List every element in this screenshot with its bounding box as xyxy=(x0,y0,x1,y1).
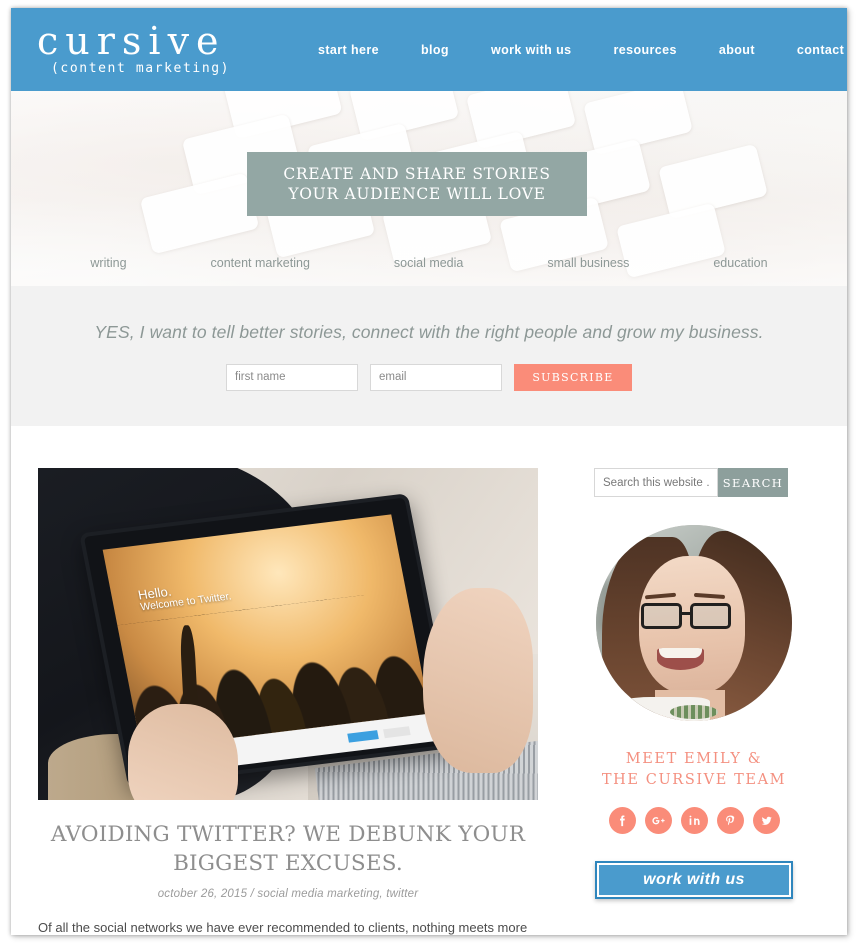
avatar-mouth xyxy=(656,648,704,671)
social-links xyxy=(594,807,794,834)
facebook-icon[interactable] xyxy=(608,807,636,834)
post-image-right-hand xyxy=(423,587,533,774)
subscribe-section: YES, I want to tell better stories, conn… xyxy=(11,286,847,426)
hero-category-small-business[interactable]: small business xyxy=(505,256,671,270)
brand-name: cursive xyxy=(37,19,226,63)
avatar-glasses-bridge xyxy=(682,612,693,616)
hero-banner: CREATE AND SHARE STORIES YOUR AUDIENCE W… xyxy=(247,152,587,216)
avatar-necklace xyxy=(670,705,718,720)
main-navigation: start here blog work with us resources a… xyxy=(297,8,847,91)
work-with-us-button[interactable]: work with us xyxy=(595,861,793,899)
meet-team-line-2: THE CURSIVE TEAM xyxy=(601,772,787,788)
post-meta: october 26, 2015 / social media marketin… xyxy=(157,888,419,900)
search-button[interactable]: SEARCH xyxy=(718,468,788,497)
linkedin-icon[interactable] xyxy=(680,807,708,834)
meet-team-heading: MEET EMILY & THE CURSIVE TEAM xyxy=(594,749,794,791)
first-name-input[interactable] xyxy=(226,363,358,391)
hero-category-writing[interactable]: writing xyxy=(48,256,168,270)
subscribe-button[interactable]: SUBSCRIBE xyxy=(514,363,632,391)
hero-banner-line-2: YOUR AUDIENCE WILL LOVE xyxy=(288,185,546,203)
hero-category-education[interactable]: education xyxy=(671,256,809,270)
pinterest-icon[interactable] xyxy=(716,807,744,834)
hero-category-content-marketing[interactable]: content marketing xyxy=(169,256,352,270)
sidebar: SEARCH MEET EMIL xyxy=(594,468,794,935)
nav-item-work-with-us[interactable]: work with us xyxy=(470,43,593,57)
brand-tagline: (content marketing) xyxy=(51,61,231,76)
avatar-glasses-right xyxy=(690,603,732,629)
search-input[interactable] xyxy=(594,468,718,497)
meet-team-line-1: MEET EMILY & xyxy=(625,751,763,767)
nav-item-blog[interactable]: blog xyxy=(400,43,470,57)
content-area: Hello. Welcome to Twitter. AVOIDING TWIT… xyxy=(11,426,847,935)
tablet-signup-button xyxy=(347,729,380,743)
work-with-us-label: work with us xyxy=(643,871,745,888)
site-header: cursive (content marketing) start here b… xyxy=(11,8,847,91)
avatar-teeth xyxy=(658,648,702,659)
nav-item-resources[interactable]: resources xyxy=(592,43,697,57)
nav-item-contact[interactable]: contact xyxy=(776,43,847,57)
google-plus-icon[interactable] xyxy=(644,807,672,834)
avatar-glasses-left xyxy=(641,603,683,629)
twitter-icon[interactable] xyxy=(752,807,780,834)
hero-category-social-media[interactable]: social media xyxy=(352,256,505,270)
main-content-column: Hello. Welcome to Twitter. AVOIDING TWIT… xyxy=(38,468,538,935)
author-avatar xyxy=(596,525,792,721)
subscribe-form: SUBSCRIBE xyxy=(226,363,632,391)
site-logo[interactable]: cursive (content marketing) xyxy=(37,19,230,76)
tablet-screen-text: Hello. Welcome to Twitter. xyxy=(137,578,233,615)
hero-section: CREATE AND SHARE STORIES YOUR AUDIENCE W… xyxy=(11,91,847,286)
tablet-login-button xyxy=(383,725,411,738)
subscribe-headline: YES, I want to tell better stories, conn… xyxy=(94,321,764,342)
nav-item-start-here[interactable]: start here xyxy=(297,43,400,57)
nav-item-about[interactable]: about xyxy=(698,43,776,57)
search-widget: SEARCH xyxy=(594,468,794,497)
hero-banner-line-1: CREATE AND SHARE STORIES xyxy=(283,165,551,183)
hero-category-links: writing content marketing social media s… xyxy=(11,256,847,270)
page-frame: cursive (content marketing) start here b… xyxy=(11,8,847,935)
email-input[interactable] xyxy=(370,363,502,391)
post-featured-image[interactable]: Hello. Welcome to Twitter. xyxy=(38,468,538,800)
post-excerpt: Of all the social networks we have ever … xyxy=(38,920,528,935)
post-title[interactable]: AVOIDING TWITTER? WE DEBUNK YOUR BIGGEST… xyxy=(44,820,532,878)
